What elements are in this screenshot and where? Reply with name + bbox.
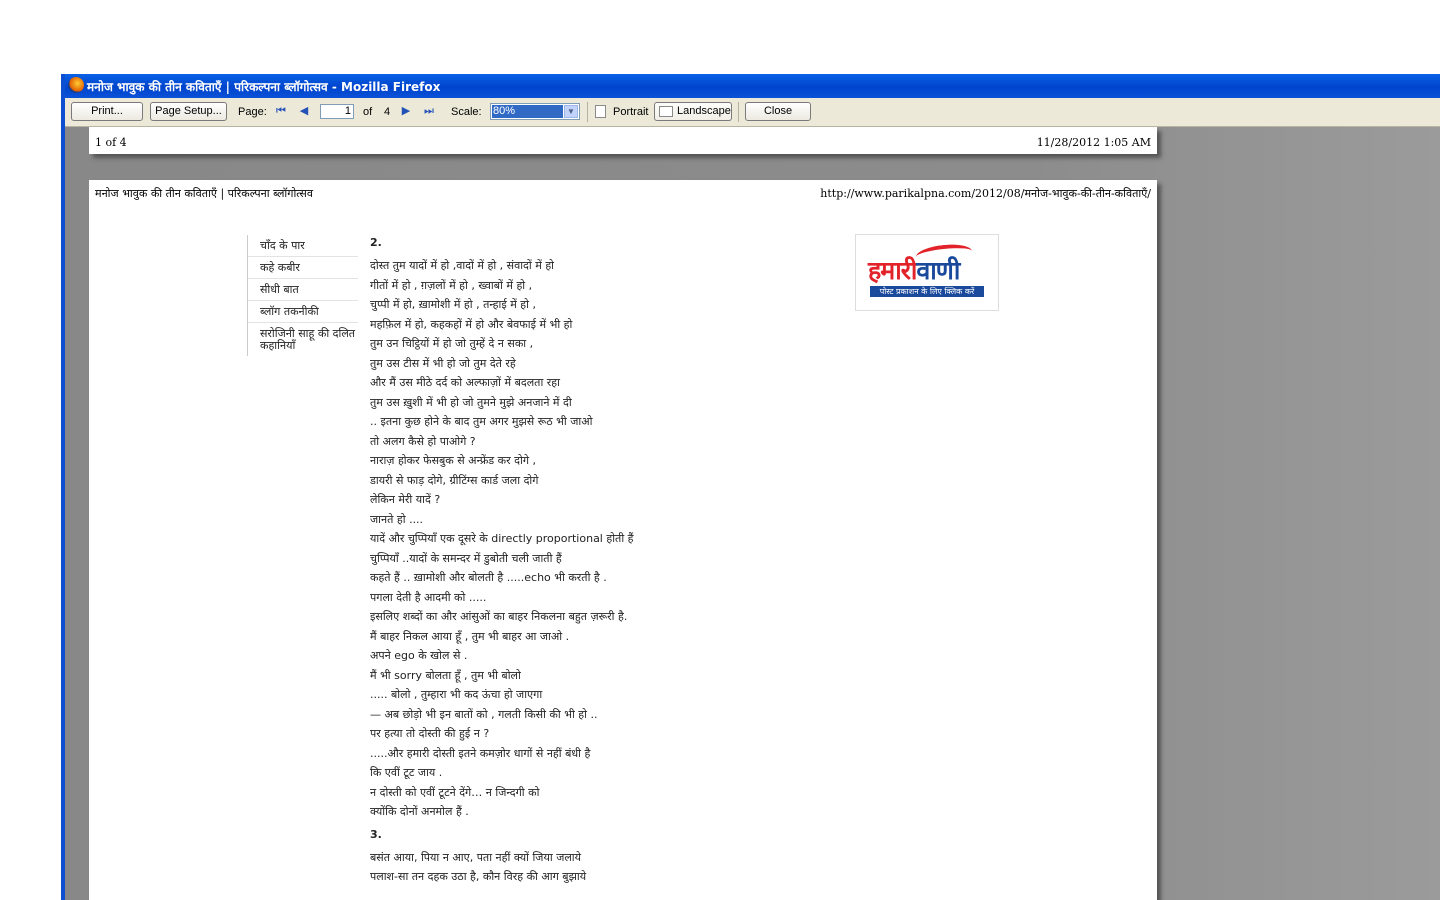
poem-line: इसलिए शब्दों का और आंसुओं का बाहर निकलना… xyxy=(370,610,628,623)
poem-line: गीतों में हो , ग़ज़लों में हो , ख्वाबों … xyxy=(370,278,533,292)
sidebar-menu: चाँद के पार कहे कबीर सीधी बात ब्लॉग तकनी… xyxy=(247,235,358,356)
poem-line: पर हत्या तो दोस्ती की हुई न ? xyxy=(370,727,490,740)
print-button[interactable]: Print... xyxy=(71,102,143,121)
sidebar-item[interactable]: सरोजिनी साहू की दलित कहानियाँ xyxy=(248,323,358,356)
poem-line: कहते हैं .. ख़ामोशी और बोलती है .....ech… xyxy=(370,571,607,584)
poem-line: जानते हो .... xyxy=(370,512,424,526)
poem-line: नाराज़ होकर फेसबुक से अन्फ्रेंड कर दोगे … xyxy=(370,454,536,467)
poem-line: लेकिन मेरी यादें ? xyxy=(370,493,441,506)
sidebar-item[interactable]: चाँद के पार xyxy=(248,235,358,257)
sidebar-item[interactable]: कहे कबीर xyxy=(248,257,358,279)
poem-line: .. इतना कुछ होने के बाद तुम अगर मुझसे रू… xyxy=(370,415,593,428)
poem-line: .....और हमारी दोस्ती इतने कमज़ोर धागों स… xyxy=(370,746,591,760)
poem-line: यादें और चुप्पियाँ एक दूसरे के directly … xyxy=(370,532,634,545)
preview-viewport[interactable]: 1 of 4 11/28/2012 1:05 AM मनोज भावुक की … xyxy=(65,127,1440,900)
dropdown-arrow-icon[interactable]: ▼ xyxy=(564,105,578,118)
logo-part-1: हमारी xyxy=(868,256,917,285)
scale-value: 80% xyxy=(492,105,563,118)
previous-page-icon[interactable]: ◀ xyxy=(297,104,311,118)
poem-line: चुप्पियाँ ..यादों के समन्दर में डुबोती च… xyxy=(370,551,562,565)
print-page: मनोज भावुक की तीन कविताएँ | परिकल्पना ब्… xyxy=(89,180,1157,900)
first-page-icon[interactable]: ⏮ xyxy=(274,104,288,118)
poem-line: मैं बाहर निकल आया हूँ , तुम भी बाहर आ जा… xyxy=(370,629,570,643)
poem-line: अपने ego के खोल से . xyxy=(370,649,468,662)
poem-line: तो अलग कैसे हो पाओगे ? xyxy=(370,434,476,448)
poem-line: ..... बोलो , तुम्हारा भी कद ऊंचा हो जाएग… xyxy=(370,688,543,701)
poem-line: तुम उस टीस में भी हो जो तुम देते रहे xyxy=(370,356,516,370)
hamarivani-ad-banner[interactable]: हमारीवाणी पोस्ट प्रकाशन के लिए क्लिक करे… xyxy=(855,234,999,311)
of-label: of xyxy=(363,106,373,118)
poem-line: और मैं उस मीठे दर्द को अल्फाज़ों में बदल… xyxy=(370,376,560,389)
scale-select[interactable]: 80% ▼ xyxy=(490,103,580,120)
sidebar-item[interactable]: सीधी बात xyxy=(248,279,358,301)
hamarivani-logo: हमारीवाणी xyxy=(868,253,960,287)
poem-line: बसंत आया, पिया न आए, पता नहीं क्यों जिया… xyxy=(370,850,582,864)
last-page-icon[interactable]: ⏭ xyxy=(422,104,436,118)
page-title: मनोज भावुक की तीन कविताएँ | परिकल्पना ब्… xyxy=(95,187,313,200)
firefox-icon xyxy=(68,77,84,93)
window-titlebar[interactable]: मनोज भावुक की तीन कविताएँ | परिकल्पना ब्… xyxy=(65,74,1440,98)
page-total: 4 xyxy=(384,106,391,118)
poem-line: पलाश-सा तन दहक उठा है, कौन विरह की आग बु… xyxy=(370,870,587,883)
poem-line: तुम उन चिट्ठियों में हो जो तुम्हें दे न … xyxy=(370,337,534,350)
poem-3: बसंत आया, पिया न आए, पता नहीं क्यों जिया… xyxy=(370,848,790,887)
toolbar-separator xyxy=(738,102,739,122)
close-button[interactable]: Close xyxy=(745,102,811,121)
page-url: http://www.parikalpna.com/2012/08/मनोज-भ… xyxy=(820,187,1151,200)
landscape-icon xyxy=(659,106,673,117)
page-label: Page: xyxy=(238,106,267,118)
poem-line: डायरी से फाड़ दोगे, ग्रीटिंग्स कार्ड जला… xyxy=(370,473,539,487)
page-number-input[interactable]: 1 xyxy=(320,104,354,119)
page-setup-button[interactable]: Page Setup... xyxy=(150,102,227,121)
poem-line: मैं भी sorry बोलता हूँ , तुम भी बोलो xyxy=(370,668,521,682)
portrait-button[interactable]: Portrait xyxy=(613,106,648,118)
poem-line: — अब छोड़ो भी इन बातों को , गलती किसी की… xyxy=(370,707,598,721)
portrait-icon[interactable] xyxy=(595,105,606,118)
poem-line: चुप्पी में हो, ख़ामोशी में हो , तन्हाई म… xyxy=(370,298,536,311)
poem-number: 3. xyxy=(370,827,382,841)
print-header-page: 1 of 4 11/28/2012 1:05 AM xyxy=(89,127,1157,154)
poem-number: 2. xyxy=(370,236,382,249)
poem-line: पगला देती है आदमी को ..... xyxy=(370,590,487,604)
print-page-counter: 1 of 4 xyxy=(95,136,127,149)
poem-2: दोस्त तुम यादों में हो ,वादों में हो , स… xyxy=(370,256,790,822)
logo-part-2: वाणी xyxy=(916,256,960,285)
poem-content: 2. दोस्त तुम यादों में हो ,वादों में हो … xyxy=(370,236,790,887)
sidebar-item[interactable]: ब्लॉग तकनीकी xyxy=(248,301,358,323)
print-preview-toolbar: Print... Page Setup... Page: ⏮ ◀ 1 of 4 … xyxy=(65,98,1440,127)
window-title: मनोज भावुक की तीन कविताएँ | परिकल्पना ब्… xyxy=(87,80,441,94)
next-page-icon[interactable]: ▶ xyxy=(399,104,413,118)
ad-tagline: पोस्ट प्रकाशन के लिए क्लिक करें xyxy=(870,286,984,297)
toolbar-separator xyxy=(587,102,588,122)
poem-line: दोस्त तुम यादों में हो ,वादों में हो , स… xyxy=(370,259,555,272)
poem-line: न दोस्ती को एवीं टूटने देंगे… न जिन्दगी … xyxy=(370,785,540,799)
landscape-label: Landscape xyxy=(677,105,731,117)
poem-line: तुम उस ख़ुशी में भी हो जो तुमने मुझे अनज… xyxy=(370,395,572,409)
scale-label: Scale: xyxy=(451,106,482,118)
print-timestamp: 11/28/2012 1:05 AM xyxy=(1036,136,1151,149)
poem-line: महफ़िल में हो, कहकहों में हो और बेवफाई म… xyxy=(370,317,573,331)
poem-line: क्योंकि दोनों अनमोल हैं . xyxy=(370,805,469,818)
poem-line: कि एवीं टूट जाय . xyxy=(370,766,443,779)
